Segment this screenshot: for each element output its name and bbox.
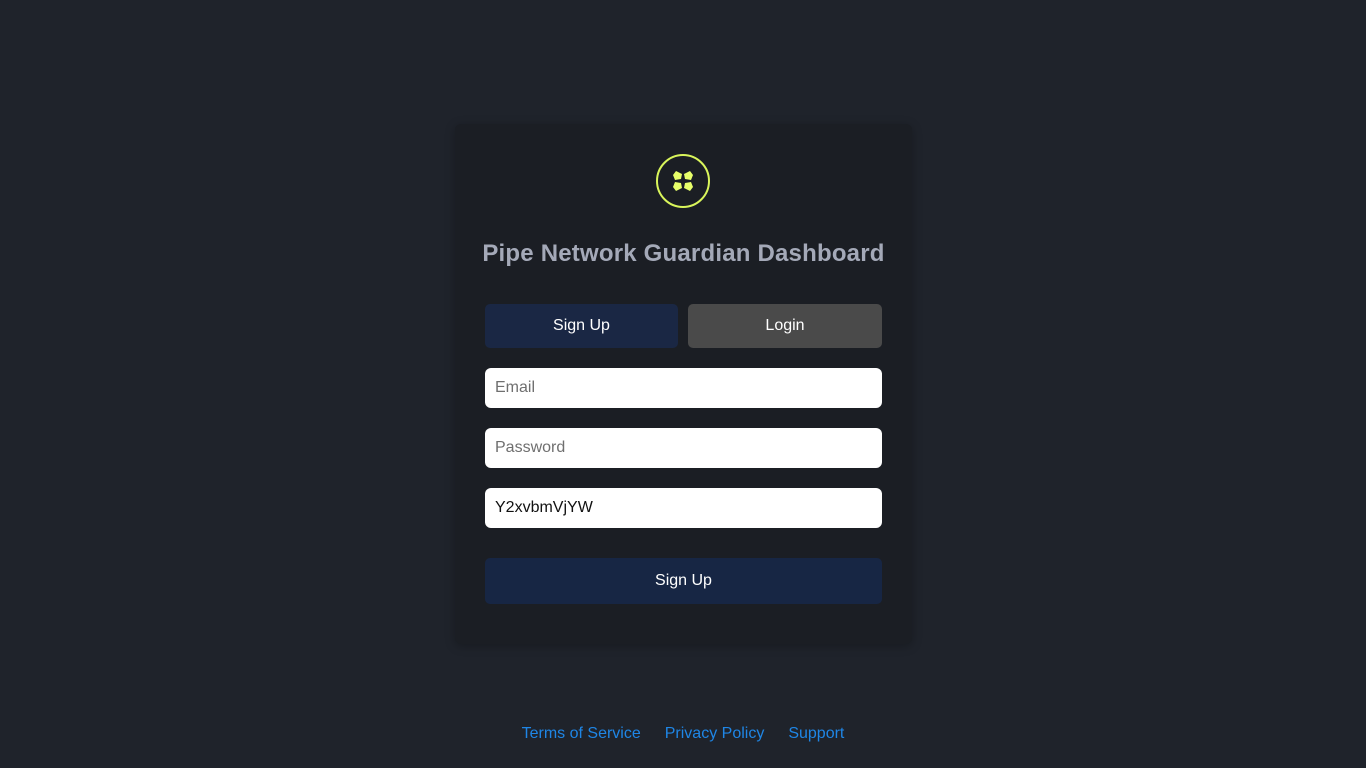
referral-code-field[interactable] xyxy=(485,488,882,528)
support-link[interactable]: Support xyxy=(788,725,844,743)
privacy-policy-link[interactable]: Privacy Policy xyxy=(665,725,765,743)
footer-links: Terms of Service Privacy Policy Support xyxy=(0,725,1366,743)
auth-card: Pipe Network Guardian Dashboard Sign Up … xyxy=(455,124,912,644)
terms-of-service-link[interactable]: Terms of Service xyxy=(522,725,641,743)
page-title: Pipe Network Guardian Dashboard xyxy=(482,240,885,267)
pipe-network-logo-icon xyxy=(656,154,710,208)
tab-login[interactable]: Login xyxy=(688,304,882,348)
sign-up-button[interactable]: Sign Up xyxy=(485,558,882,604)
tab-sign-up[interactable]: Sign Up xyxy=(485,304,678,348)
email-field[interactable] xyxy=(485,368,882,408)
logo-glyph-icon xyxy=(673,171,693,191)
login-page: Pipe Network Guardian Dashboard Sign Up … xyxy=(0,0,1366,768)
password-field[interactable] xyxy=(485,428,882,468)
